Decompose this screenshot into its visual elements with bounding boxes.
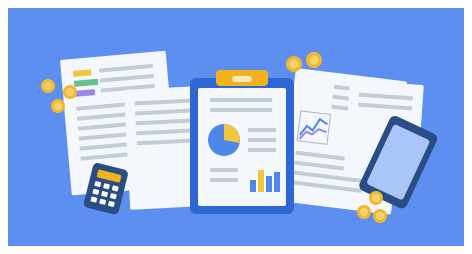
coin-icon xyxy=(63,85,77,99)
finance-documents-illustration xyxy=(0,0,472,254)
pie-chart-icon xyxy=(208,124,240,156)
clipboard-icon xyxy=(190,70,294,214)
coin-icon xyxy=(41,79,55,93)
coin-icon xyxy=(373,209,387,223)
coin-icon xyxy=(369,191,383,205)
coin-icon xyxy=(51,99,65,113)
coin-icon xyxy=(286,56,302,72)
coin-icon xyxy=(306,52,322,68)
illustration-svg xyxy=(8,8,464,246)
coin-icon xyxy=(357,205,371,219)
